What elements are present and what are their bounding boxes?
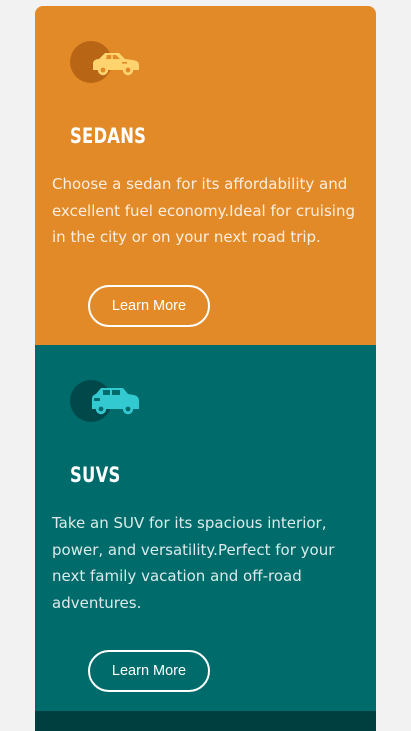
card-title: SEDANS bbox=[70, 124, 147, 148]
suv-car-icon bbox=[70, 379, 140, 423]
card-title: SUVS bbox=[70, 463, 121, 487]
card-description: Take an SUV for its spacious interior, p… bbox=[52, 514, 335, 612]
sedan-card: SEDANS Choose a sedan for its affordabil… bbox=[35, 6, 376, 345]
suv-card: SUVS Take an SUV for its spacious interi… bbox=[35, 345, 376, 711]
sedan-car-icon bbox=[70, 40, 140, 84]
learn-more-sedans-button[interactable]: Learn More bbox=[88, 285, 210, 327]
car-category-cards: SEDANS Choose a sedan for its affordabil… bbox=[35, 6, 376, 731]
card-description: Choose a sedan for its affordability and… bbox=[52, 175, 355, 246]
next-card bbox=[35, 711, 376, 731]
learn-more-suvs-button[interactable]: Learn More bbox=[88, 650, 210, 692]
